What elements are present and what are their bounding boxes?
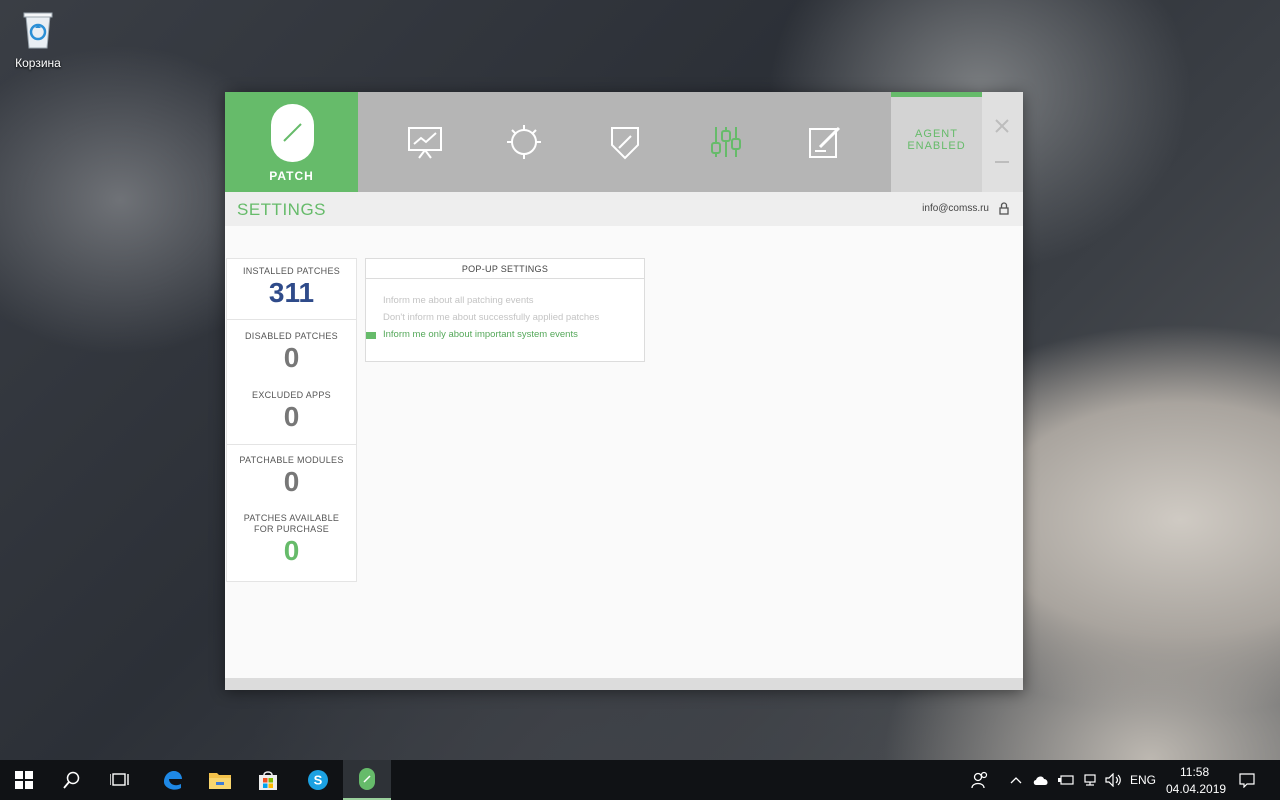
- agent-status-line1: AGENT: [915, 128, 958, 140]
- section-header: SETTINGS info@comss.ru: [225, 192, 1023, 226]
- stat-excluded-apps[interactable]: EXCLUDED APPS 0: [227, 380, 356, 444]
- skype-icon: S: [308, 770, 328, 790]
- task-view-icon: [110, 773, 129, 786]
- nav-settings[interactable]: [676, 92, 776, 192]
- stat-label: EXCLUDED APPS: [252, 390, 331, 400]
- skype-taskbar-button[interactable]: S: [294, 760, 342, 800]
- main-nav: [358, 92, 891, 192]
- edge-taskbar-button[interactable]: [148, 760, 196, 800]
- clock-time[interactable]: 11:58: [1180, 765, 1209, 779]
- window-bottom-bar: [225, 678, 1023, 690]
- nav-scan[interactable]: [474, 92, 574, 192]
- people-icon: [971, 771, 988, 789]
- window-controls: [982, 92, 1023, 192]
- stats-panel: INSTALLED PATCHES 311 DISABLED PATCHES 0…: [226, 258, 357, 582]
- stat-label: INSTALLED PATCHES: [242, 266, 341, 276]
- shield-icon: [611, 127, 639, 160]
- stat-patches-for-purchase[interactable]: PATCHES AVAILABLE FOR PURCHASE 0: [227, 505, 356, 581]
- show-hidden-icons-button[interactable]: [1004, 760, 1028, 800]
- recycle-bin-icon: [20, 8, 56, 50]
- popup-option-no-success[interactable]: Don't inform me about successfully appli…: [383, 312, 599, 323]
- nav-reports[interactable]: [375, 92, 475, 192]
- settings-icon: [711, 127, 741, 157]
- clock-date[interactable]: 04.04.2019: [1166, 782, 1226, 796]
- svg-text:S: S: [314, 773, 323, 788]
- close-icon: [995, 119, 1009, 133]
- scan-icon: [507, 125, 541, 159]
- stat-installed-patches[interactable]: INSTALLED PATCHES 311: [227, 259, 356, 319]
- agent-status[interactable]: AGENT ENABLED: [891, 92, 982, 192]
- explorer-taskbar-button[interactable]: [196, 760, 244, 800]
- patch-app-window: PATCH AGENT ENABLED SETTINGS info@comss.…: [225, 92, 1023, 690]
- stat-value: 0: [283, 342, 300, 373]
- stat-patchable-modules[interactable]: PATCHABLE MODULES 0: [227, 445, 356, 505]
- edge-icon: [164, 771, 182, 790]
- close-button[interactable]: [993, 117, 1011, 135]
- network-icon: [1084, 774, 1096, 786]
- brand-tile[interactable]: PATCH: [225, 92, 358, 192]
- patch-app-taskbar-button[interactable]: [343, 760, 391, 800]
- search-button[interactable]: [48, 760, 96, 800]
- battery-tray[interactable]: [1054, 760, 1078, 800]
- recycle-bin-shortcut[interactable]: Корзина: [10, 8, 66, 70]
- app-topbar: PATCH AGENT ENABLED: [225, 92, 1023, 192]
- speaker-icon: [1105, 773, 1121, 787]
- patch-app-icon: [359, 768, 375, 790]
- stat-label: DISABLED PATCHES: [245, 331, 338, 341]
- stat-disabled-patches[interactable]: DISABLED PATCHES 0: [227, 320, 356, 380]
- store-taskbar-button[interactable]: [244, 760, 292, 800]
- agent-status-indicator: [891, 92, 982, 97]
- stat-value: 311: [268, 277, 315, 308]
- stat-value: 0: [283, 401, 300, 432]
- popup-settings-title: POP-UP SETTINGS: [366, 259, 644, 279]
- selected-option-marker: [366, 332, 376, 339]
- task-view-button[interactable]: [96, 760, 144, 800]
- cloud-icon: [1033, 776, 1048, 785]
- stat-value: 0: [283, 466, 300, 497]
- chevron-up-icon: [1010, 777, 1022, 784]
- account-email[interactable]: info@comss.ru: [922, 203, 989, 214]
- store-icon: [259, 771, 277, 790]
- nav-shield[interactable]: [575, 92, 675, 192]
- reports-icon: [408, 127, 442, 159]
- stat-value: 0: [283, 535, 300, 566]
- agent-status-line2: ENABLED: [907, 140, 966, 152]
- recycle-bin-label: Корзина: [15, 56, 61, 70]
- minimize-button[interactable]: [995, 161, 1009, 163]
- start-icon: [15, 771, 33, 789]
- language-indicator[interactable]: ENG: [1130, 773, 1156, 787]
- stat-label: PATCHES AVAILABLE FOR PURCHASE: [243, 513, 340, 534]
- popup-settings-panel: POP-UP SETTINGS Inform me about all patc…: [365, 258, 645, 362]
- popup-option-important-only[interactable]: Inform me only about important system ev…: [383, 329, 578, 340]
- nav-edit[interactable]: [775, 92, 875, 192]
- page-title: SETTINGS: [237, 200, 327, 219]
- explorer-icon: [209, 773, 231, 789]
- people-button[interactable]: [958, 760, 1002, 800]
- patch-logo-icon: [271, 104, 314, 162]
- battery-icon: [1058, 775, 1074, 785]
- search-icon: [63, 771, 80, 789]
- lock-icon[interactable]: [999, 202, 1009, 215]
- taskbar: S ENG 11:58 04.04.2019: [0, 760, 1280, 800]
- popup-option-all-events[interactable]: Inform me about all patching events: [383, 295, 534, 306]
- edit-icon: [809, 126, 841, 158]
- start-button[interactable]: [0, 760, 48, 800]
- notification-icon: [1239, 773, 1255, 788]
- action-center-button[interactable]: [1232, 760, 1262, 800]
- network-tray[interactable]: [1078, 760, 1102, 800]
- brand-label: PATCH: [269, 169, 314, 183]
- volume-tray[interactable]: [1102, 760, 1126, 800]
- stat-label: PATCHABLE MODULES: [239, 455, 344, 465]
- onedrive-tray[interactable]: [1028, 760, 1054, 800]
